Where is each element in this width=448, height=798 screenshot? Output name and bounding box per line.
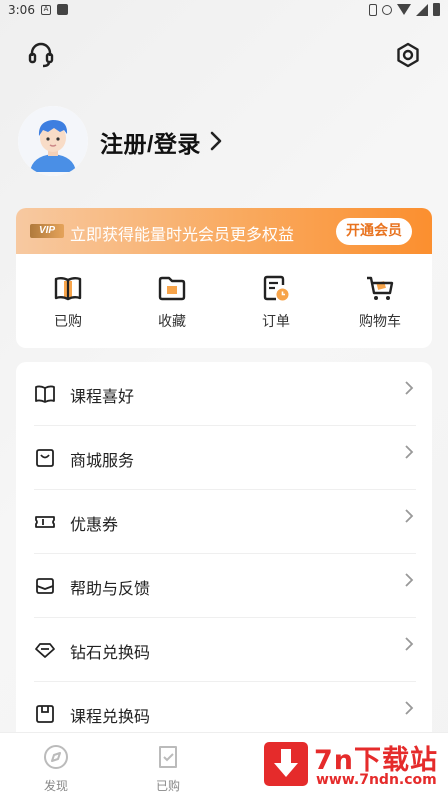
status-time: 3:06 — [8, 3, 35, 17]
tab-label: 发现 — [43, 779, 68, 793]
watermark-url: www.7ndn.com — [316, 772, 437, 788]
menu-label: 优惠券 — [70, 515, 119, 534]
tab-purchased[interactable]: 已购 — [138, 743, 198, 794]
gear-icon[interactable] — [394, 41, 422, 69]
chevron-right-icon — [405, 573, 414, 587]
menu-item-coupons[interactable]: 优惠券 — [16, 490, 432, 554]
menu-label: 课程喜好 — [70, 387, 135, 406]
order-icon — [263, 275, 289, 301]
menu-card: 课程喜好 商城服务 优惠券 帮助与反馈 钻石兑换码 课程兑换码 — [16, 362, 432, 742]
book-icon — [54, 277, 82, 301]
quick-item-orders[interactable]: 订单 — [224, 254, 328, 348]
download-logo-icon — [264, 742, 308, 786]
menu-label: 课程兑换码 — [70, 707, 151, 726]
chevron-right-icon[interactable] — [208, 130, 224, 152]
vip-badge: VIP — [30, 224, 64, 238]
headset-icon[interactable] — [27, 41, 55, 69]
quick-item-cart[interactable]: 购物车 — [328, 254, 432, 348]
chevron-right-icon — [405, 701, 414, 715]
purchased-icon — [159, 746, 177, 768]
chevron-right-icon — [405, 637, 414, 651]
vip-card: VIP 立即获得能量时光会员更多权益 开通会员 已购 收藏 订单 购物车 — [16, 208, 432, 348]
quick-label: 购物车 — [359, 314, 401, 330]
open-membership-button[interactable]: 开通会员 — [336, 218, 412, 245]
quick-label: 收藏 — [158, 314, 186, 330]
quick-actions: 已购 收藏 订单 购物车 — [16, 254, 432, 348]
menu-label: 帮助与反馈 — [70, 579, 151, 598]
battery-icon — [433, 3, 440, 16]
login-link[interactable]: 注册/登录 — [100, 125, 201, 159]
status-icons — [369, 3, 440, 16]
quick-label: 已购 — [54, 314, 82, 330]
save-disk-icon — [36, 705, 54, 723]
notification-a-icon: A — [41, 5, 51, 15]
wifi-icon — [397, 4, 411, 15]
menu-item-course-preferences[interactable]: 课程喜好 — [16, 362, 432, 426]
open-book-icon — [35, 385, 55, 403]
quick-label: 订单 — [262, 314, 290, 330]
cart-icon — [367, 276, 394, 300]
menu-item-mall-service[interactable]: 商城服务 — [16, 426, 432, 490]
chevron-right-icon — [405, 445, 414, 459]
quick-item-favorites[interactable]: 收藏 — [120, 254, 224, 348]
signal-icon — [416, 3, 428, 16]
menu-label: 商城服务 — [70, 451, 135, 470]
menu-item-diamond-code[interactable]: 钻石兑换码 — [16, 618, 432, 682]
mail-icon — [36, 578, 54, 594]
vip-promo-text: 立即获得能量时光会员更多权益 — [70, 225, 295, 244]
user-avatar-icon — [18, 106, 88, 176]
folder-icon — [158, 276, 186, 301]
vip-banner[interactable]: VIP 立即获得能量时光会员更多权益 开通会员 — [16, 208, 432, 254]
chevron-right-icon — [405, 381, 414, 395]
shopping-bag-icon — [36, 449, 54, 467]
ticket-icon — [35, 516, 55, 528]
tab-discover[interactable]: 发现 — [26, 743, 86, 794]
tab-label: 已购 — [155, 779, 180, 793]
menu-item-help-feedback[interactable]: 帮助与反馈 — [16, 554, 432, 618]
do-not-disturb-icon — [382, 4, 392, 15]
avatar[interactable] — [18, 106, 88, 176]
status-bar: 3:06 A — [0, 0, 448, 20]
notification-square-icon — [57, 4, 68, 15]
diamond-icon — [35, 643, 55, 658]
quick-item-purchased[interactable]: 已购 — [16, 254, 120, 348]
chevron-right-icon — [405, 509, 414, 523]
watermark: 7n下载站 www.7ndn.com — [258, 736, 442, 794]
menu-label: 钻石兑换码 — [70, 643, 151, 662]
vibrate-icon — [369, 3, 377, 16]
compass-icon — [44, 745, 68, 769]
